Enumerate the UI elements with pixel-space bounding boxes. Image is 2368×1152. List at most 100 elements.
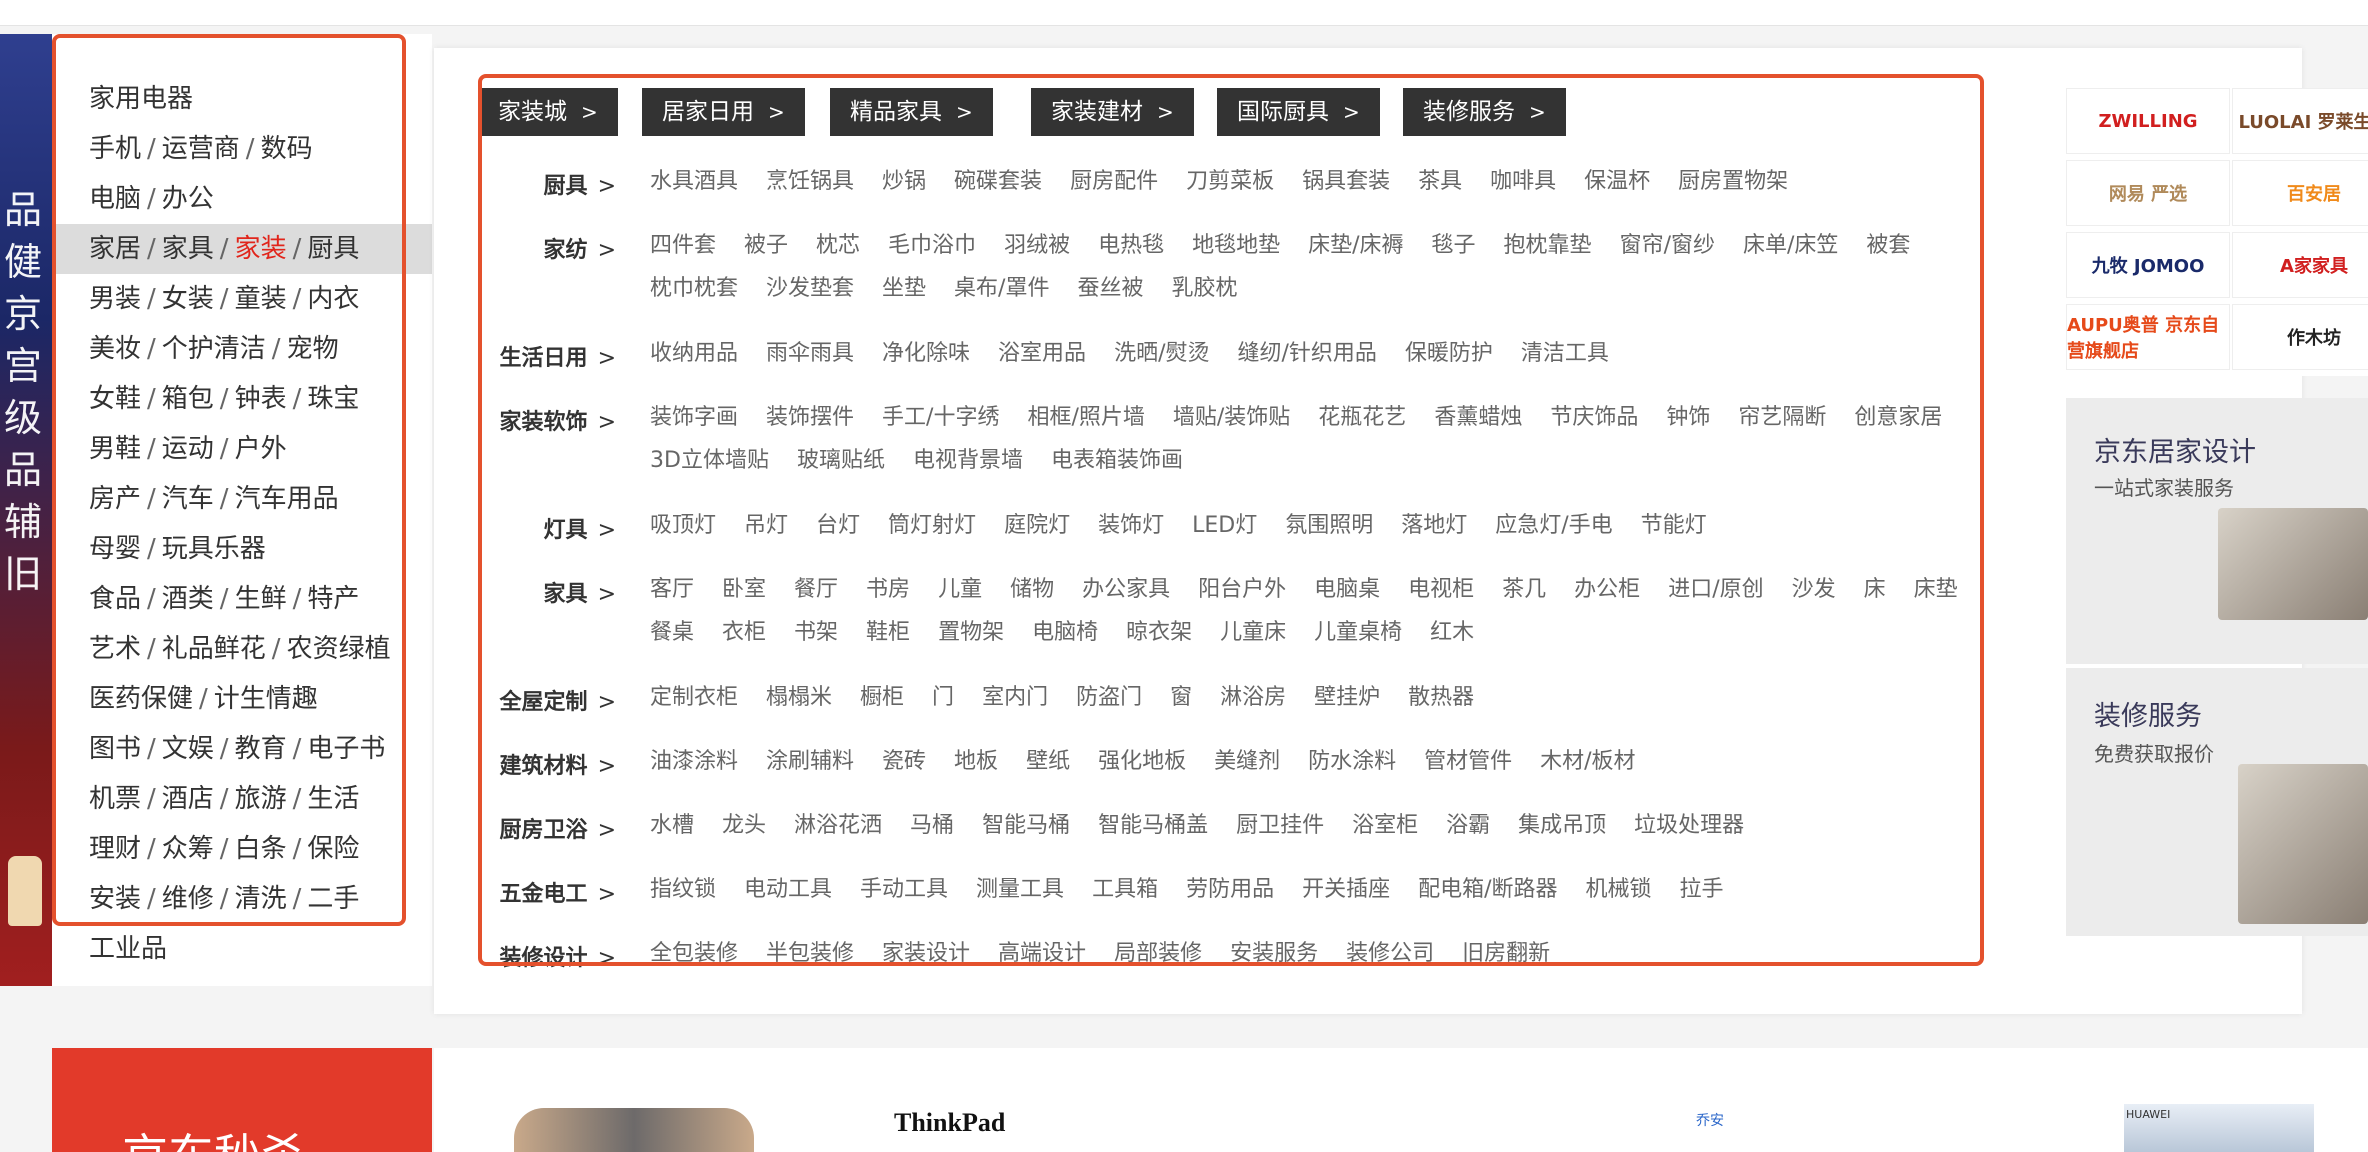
brand-logo[interactable]: 作木坊	[2232, 304, 2368, 370]
mega-link[interactable]: 厨房配件	[1070, 160, 1158, 203]
sidebar-category-item[interactable]: 工业品	[52, 924, 432, 974]
mega-link[interactable]: 节能灯	[1641, 504, 1707, 547]
mega-link[interactable]: 钟饰	[1666, 396, 1710, 439]
mega-link[interactable]: 智能马桶	[982, 804, 1070, 847]
mega-link[interactable]: 窗	[1170, 676, 1192, 719]
category-link[interactable]: 美妆	[89, 334, 141, 364]
mega-link[interactable]: 局部装修	[1114, 932, 1202, 975]
category-link[interactable]: 运营商	[162, 134, 240, 164]
mega-link[interactable]: 窗帘/窗纱	[1620, 224, 1715, 267]
mega-link[interactable]: 刀剪菜板	[1186, 160, 1274, 203]
category-link[interactable]: 食品	[89, 584, 141, 614]
category-link[interactable]: 厨具	[307, 234, 359, 264]
promo-decoration-service[interactable]: 装修服务 免费获取报价	[2066, 668, 2368, 936]
sidebar-category-item[interactable]: 食品 / 酒类 / 生鲜 / 特产	[52, 574, 432, 624]
mega-link[interactable]: 电脑桌	[1314, 568, 1380, 611]
mega-link[interactable]: 高端设计	[998, 932, 1086, 975]
mega-link[interactable]: 厨房置物架	[1678, 160, 1788, 203]
category-link[interactable]: 教育	[235, 734, 287, 764]
mega-link[interactable]: 门	[932, 676, 954, 719]
mega-link[interactable]: 装饰摆件	[766, 396, 854, 439]
mega-link[interactable]: 手动工具	[860, 868, 948, 911]
mega-link[interactable]: 羽绒被	[1004, 224, 1070, 267]
mega-link[interactable]: 散热器	[1408, 676, 1474, 719]
mega-link[interactable]: 电表箱装饰画	[1051, 439, 1183, 482]
category-link[interactable]: 文娱	[162, 734, 214, 764]
mega-link[interactable]: 壁纸	[1026, 740, 1070, 783]
mega-link[interactable]: 马桶	[910, 804, 954, 847]
mega-link[interactable]: 抱枕靠垫	[1504, 224, 1592, 267]
mega-link[interactable]: 水具酒具	[650, 160, 738, 203]
mega-link[interactable]: 阳台户外	[1198, 568, 1286, 611]
category-link[interactable]: 安装	[89, 884, 141, 914]
category-link[interactable]: 艺术	[89, 634, 141, 664]
mega-link[interactable]: 集成吊顶	[1518, 804, 1606, 847]
category-link[interactable]: 计生情趣	[214, 684, 318, 714]
category-link[interactable]: 汽车用品	[235, 484, 339, 514]
mega-link[interactable]: 电动工具	[744, 868, 832, 911]
mega-link[interactable]: 手工/十字绣	[882, 396, 999, 439]
mega-link[interactable]: 强化地板	[1098, 740, 1186, 783]
category-link[interactable]: 保险	[307, 834, 359, 864]
category-link[interactable]: 家用电器	[89, 84, 193, 114]
mega-link[interactable]: 沙发垫套	[766, 267, 854, 310]
mega-link[interactable]: 帘艺隔断	[1738, 396, 1826, 439]
brand-logo[interactable]: 百安居	[2232, 160, 2368, 226]
mega-link[interactable]: 瓷砖	[882, 740, 926, 783]
category-link[interactable]: 钟表	[235, 384, 287, 414]
mega-row-title[interactable]: 厨具 >	[434, 168, 616, 200]
mega-link[interactable]: 儿童	[938, 568, 982, 611]
mega-link[interactable]: 餐桌	[650, 611, 694, 654]
brand-logo[interactable]: AUPU奥普 京东自营旗舰店	[2066, 304, 2230, 370]
mega-link[interactable]: 半包装修	[766, 932, 854, 975]
category-link[interactable]: 女鞋	[89, 384, 141, 414]
mega-link[interactable]: 床	[1864, 568, 1886, 611]
brand-logo[interactable]: A家家具	[2232, 232, 2368, 298]
mega-link[interactable]: 晾衣架	[1126, 611, 1192, 654]
category-link[interactable]: 珠宝	[307, 384, 359, 414]
mega-row-title[interactable]: 生活日用 >	[434, 340, 616, 372]
category-link[interactable]: 生活	[307, 784, 359, 814]
product-image-people[interactable]	[514, 1108, 754, 1152]
mega-link[interactable]: 桌布/罩件	[954, 267, 1049, 310]
mega-link[interactable]: 缝纫/针织用品	[1237, 332, 1376, 375]
sidebar-category-item[interactable]: 电脑 / 办公	[52, 174, 432, 224]
mega-link[interactable]: 保暖防护	[1405, 332, 1493, 375]
mega-link[interactable]: 管材管件	[1424, 740, 1512, 783]
sidebar-category-item[interactable]: 医药保健 / 计生情趣	[52, 674, 432, 724]
mega-link[interactable]: 墙贴/装饰贴	[1173, 396, 1290, 439]
mega-link[interactable]: 坐垫	[882, 267, 926, 310]
category-link[interactable]: 手机	[89, 134, 141, 164]
category-link[interactable]: 电脑	[89, 184, 141, 214]
mega-link[interactable]: 卧室	[722, 568, 766, 611]
sidebar-category-item[interactable]: 女鞋 / 箱包 / 钟表 / 珠宝	[52, 374, 432, 424]
sidebar-category-item[interactable]: 理财 / 众筹 / 白条 / 保险	[52, 824, 432, 874]
mega-link[interactable]: 床垫	[1914, 568, 1958, 611]
category-link[interactable]: 医药保健	[89, 684, 193, 714]
mega-link[interactable]: 枕巾枕套	[650, 267, 738, 310]
mega-link[interactable]: 相框/照片墙	[1027, 396, 1144, 439]
mega-link[interactable]: 美缝剂	[1214, 740, 1280, 783]
mega-link[interactable]: 落地灯	[1401, 504, 1467, 547]
category-link[interactable]: 清洗	[235, 884, 287, 914]
mega-link[interactable]: 全包装修	[650, 932, 738, 975]
mega-link[interactable]: 沙发	[1792, 568, 1836, 611]
mega-link[interactable]: 浴室柜	[1352, 804, 1418, 847]
mega-link[interactable]: 储物	[1010, 568, 1054, 611]
left-promo-banner[interactable]: 品健京宫级品辅旧	[0, 34, 52, 986]
mega-link[interactable]: 开关插座	[1302, 868, 1390, 911]
mega-link[interactable]: 室内门	[982, 676, 1048, 719]
mega-link[interactable]: 垃圾处理器	[1634, 804, 1744, 847]
mega-link[interactable]: 安装服务	[1230, 932, 1318, 975]
mega-link[interactable]: 电脑椅	[1032, 611, 1098, 654]
mega-row-title[interactable]: 灯具 >	[434, 512, 616, 544]
category-link[interactable]: 宠物	[287, 334, 339, 364]
brand-logo[interactable]: ZWILLING	[2066, 88, 2230, 154]
brand-logo[interactable]: 网易 严选	[2066, 160, 2230, 226]
mega-link[interactable]: 指纹锁	[650, 868, 716, 911]
category-link[interactable]: 酒类	[162, 584, 214, 614]
promo-home-design[interactable]: 京东居家设计 一站式家装服务	[2066, 398, 2368, 664]
mega-link[interactable]: 进口/原创	[1668, 568, 1763, 611]
mega-link[interactable]: 吸顶灯	[650, 504, 716, 547]
mega-link[interactable]: 床垫/床褥	[1308, 224, 1403, 267]
